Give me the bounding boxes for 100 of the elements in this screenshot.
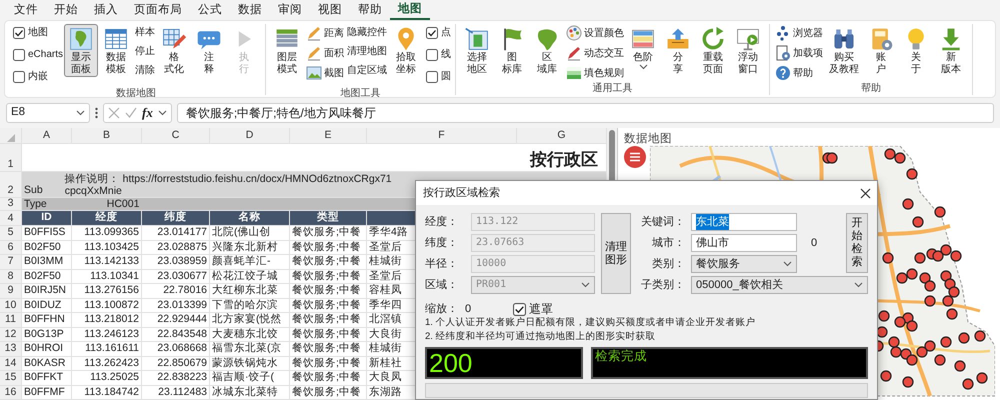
reload-icon (700, 26, 726, 52)
table-cell: 福吉顺·饺子( (210, 371, 290, 386)
clear-button[interactable]: 清理图形 (601, 213, 631, 294)
row-number[interactable]: 11 (0, 313, 22, 328)
screen-play-icon (735, 26, 762, 52)
select-all-icon (6, 134, 14, 142)
menu-tab[interactable]: 视图 (310, 0, 350, 20)
ribbon-button[interactable]: 分享 (661, 24, 696, 77)
check-icon (125, 107, 137, 119)
row-number[interactable]: 5 (0, 226, 22, 240)
menu-tab[interactable]: 文件 (6, 0, 46, 20)
table-cell: 23.030677 (142, 270, 210, 284)
column-header[interactable]: G (517, 128, 607, 144)
ribbon-button[interactable]: 距离 (305, 24, 346, 42)
ribbon-button[interactable]: 关于 (899, 24, 934, 77)
ribbon-button[interactable]: 重载页面 (696, 24, 730, 77)
field-label: 城市： (651, 236, 685, 251)
ribbon-button[interactable]: 新版本 (934, 24, 968, 77)
table-cell: B02F50 (22, 270, 72, 284)
ribbon-button[interactable]: 浏览器 (774, 24, 824, 42)
table-cell: B0FFMF (22, 386, 72, 400)
checkbox[interactable] (13, 71, 25, 83)
row-number[interactable]: 9 (0, 284, 22, 298)
menu-tab[interactable]: 数据 (230, 0, 270, 20)
row-number[interactable]: 6 (0, 240, 22, 255)
ribbon-button[interactable]: 清理地图 (346, 43, 388, 60)
row-number[interactable]: 12 (0, 328, 22, 342)
row-number[interactable]: 3 (0, 198, 22, 211)
checkbox[interactable] (426, 71, 438, 83)
row-number[interactable]: 7 (0, 255, 22, 270)
row-number[interactable]: 2 (0, 172, 22, 198)
dropdown[interactable]: 050000_餐饮相关 (691, 276, 868, 294)
input-field[interactable]: 佛山市 (691, 234, 797, 252)
row-number[interactable]: 4 (0, 211, 22, 226)
row-number[interactable]: 15 (0, 371, 22, 386)
column-header[interactable]: D (210, 128, 290, 144)
ribbon-button[interactable]: 浮动窗口 (731, 24, 766, 77)
checkbox[interactable] (13, 49, 25, 61)
row-number[interactable]: 13 (0, 342, 22, 356)
checkbox[interactable] (426, 49, 438, 61)
ribbon-button[interactable]: 面积 (305, 44, 346, 62)
ribbon-button[interactable]: 图层模式 (270, 24, 304, 77)
search-button[interactable]: 开始检索 (846, 213, 868, 273)
ribbon-button[interactable]: 区域库 (530, 24, 564, 77)
sheet-title: 按行政区 (530, 149, 598, 171)
ribbon-button[interactable]: 停止 (134, 43, 156, 60)
column-header[interactable]: B (72, 128, 142, 144)
checkbox[interactable] (13, 27, 25, 39)
ribbon-button[interactable]: 动态交互 (565, 44, 626, 62)
cell-text: Type (24, 198, 47, 210)
close-button[interactable] (858, 186, 873, 200)
ribbon-button[interactable]: 账户 (864, 24, 898, 77)
table-cell: 下雪的哈尔滨 (210, 298, 290, 313)
menu-tab[interactable]: 开始 (46, 0, 86, 20)
row-number[interactable]: 8 (0, 270, 22, 284)
menu-tab[interactable]: 页面布局 (126, 0, 190, 20)
checkbox[interactable] (426, 27, 438, 39)
menu-tab[interactable]: 插入 (86, 0, 126, 20)
ribbon-button[interactable]: 样本 (134, 24, 156, 41)
checkbox[interactable] (513, 302, 526, 316)
row-number[interactable]: 14 (0, 356, 22, 371)
group-label: 通用工具 (592, 83, 634, 95)
menu-tab[interactable]: 帮助 (350, 0, 390, 20)
ribbon-button[interactable]: 购买及教程 (825, 24, 864, 77)
ribbon-button[interactable]: 设置颜色 (565, 24, 626, 42)
ribbon-button[interactable]: 自定区域 (346, 62, 388, 79)
menu-button[interactable] (624, 146, 646, 168)
ribbon-button[interactable]: 填色规则 (565, 64, 626, 82)
ribbon-button[interactable]: 色阶 (626, 24, 660, 72)
ribbon-button[interactable]: 显示面板 (64, 24, 98, 77)
ribbon-button[interactable]: 拾取坐标 (389, 24, 424, 77)
column-header[interactable]: E (290, 128, 367, 144)
column-header[interactable]: F (367, 128, 517, 144)
table-cell: 餐饮服务;中餐 (290, 226, 367, 240)
checkbox-label: 点 (441, 26, 452, 40)
ribbon-button[interactable]: 帮助 (774, 64, 824, 82)
column-header[interactable]: A (22, 128, 72, 144)
menu-tab[interactable]: 审阅 (270, 0, 310, 20)
function-label[interactable]: fx (142, 103, 153, 123)
dropdown[interactable]: 餐饮服务 (691, 255, 797, 273)
ribbon-button[interactable]: 截图 (305, 64, 346, 82)
table-cell: 餐饮服务;中餐 (290, 386, 367, 400)
table-cell: 113.246123 (72, 328, 142, 342)
menu-tab[interactable]: 公式 (190, 0, 230, 20)
ribbon-button[interactable]: 图标库 (495, 24, 530, 77)
table-cell: B0FFI5S (22, 226, 72, 240)
ribbon-button[interactable]: 隐藏控件 (346, 24, 388, 41)
ribbon-button[interactable]: 格式化 (157, 24, 192, 77)
formula-field[interactable]: 餐饮服务;中餐厅;特色/地方风味餐厅 (176, 103, 994, 123)
ribbon-button[interactable]: 选择地区 (460, 24, 494, 77)
ribbon-button[interactable]: 清除 (134, 62, 156, 79)
ribbon-button[interactable]: 加载项 (774, 44, 824, 62)
ribbon-button[interactable]: 数据模板 (99, 24, 134, 77)
row-number[interactable]: 10 (0, 298, 22, 313)
name-box[interactable]: E8 (6, 103, 90, 123)
ribbon-button[interactable]: 注释 (192, 24, 226, 77)
input-field[interactable]: 东北菜 (691, 213, 797, 231)
row-number[interactable]: 1 (0, 144, 22, 172)
row-number[interactable]: 16 (0, 386, 22, 400)
column-header[interactable]: C (142, 128, 210, 144)
